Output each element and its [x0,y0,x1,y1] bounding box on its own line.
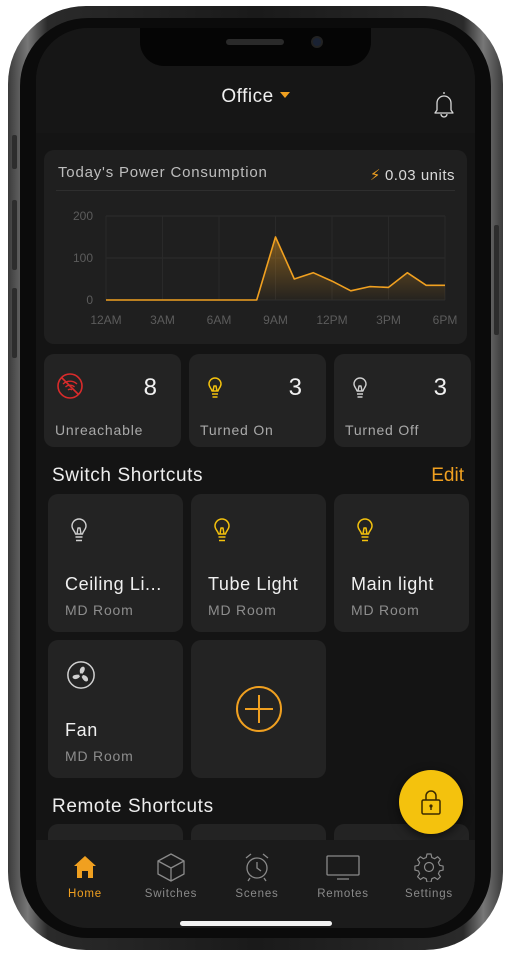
divider [56,190,455,191]
tab-home[interactable]: Home [41,850,129,900]
consumption-area [106,237,445,300]
stat-label: Turned On [200,422,274,438]
x-axis-ticks: 12AM 3AM 6AM 9AM 12PM 3PM 6PM [90,313,457,327]
y-axis-ticks: 0 100 200 [73,209,93,307]
shortcut-tile[interactable]: Fan MD Room [48,640,183,778]
app-screen: Office Today's Power Consumption ⚡ 0.03 u… [36,28,475,928]
plus-circle-icon [235,686,282,732]
lock-fab-button[interactable] [399,770,463,834]
volume-down-button [12,288,17,358]
remote-shortcuts-heading: Remote Shortcuts [52,796,214,817]
mute-switch [12,135,17,169]
y-tick-label: 200 [73,209,93,223]
bolt-icon: ⚡ [369,167,381,184]
tab-label: Home [68,888,102,900]
cube-icon [157,853,185,882]
stat-unreachable[interactable]: 8 Unreachable [44,354,181,447]
bulb-off-icon [71,518,87,542]
power-title: Today's Power Consumption [58,164,268,181]
stat-value: 3 [433,374,447,401]
location-label: Office [221,86,274,107]
stat-turned-off[interactable]: 3 Turned Off [334,354,471,447]
tv-icon [326,855,360,880]
bulb-off-icon [353,377,367,398]
front-camera [311,36,323,48]
power-value: ⚡ 0.03 units [370,166,455,184]
power-chart: 0 100 200 12AM 3AM 6AM 9AM 12PM 3PM 6PM [73,209,457,327]
x-tick-label: 9AM [263,313,288,327]
volume-up-button [12,200,17,270]
switch-shortcuts-heading: Switch Shortcuts [52,465,204,486]
shortcut-name: Fan [65,720,98,740]
shortcut-name: Main light [351,574,435,594]
tab-label: Switches [144,888,198,900]
home-indicator [180,921,332,926]
tab-settings[interactable]: Settings [385,850,473,900]
shortcut-tile[interactable]: Main light MD Room [334,494,469,632]
wifi-off-icon [57,373,83,399]
home-icon [74,856,96,878]
x-tick-label: 6PM [433,313,458,327]
speaker-grille [226,39,284,45]
y-tick-label: 100 [73,251,93,265]
power-value-text: 0.03 units [384,167,455,184]
alarm-clock-icon [245,853,269,882]
shortcut-room: MD Room [351,602,420,618]
lock-icon [421,790,441,815]
x-tick-label: 6AM [207,313,232,327]
x-tick-label: 3PM [376,313,401,327]
shortcut-tile[interactable]: Ceiling Li... MD Room [48,494,183,632]
x-tick-label: 3AM [150,313,175,327]
stat-turned-on[interactable]: 3 Turned On [189,354,326,447]
shortcut-tile[interactable]: Tube Light MD Room [191,494,326,632]
y-tick-label: 0 [86,293,93,307]
stat-value: 3 [288,374,302,401]
stat-label: Turned Off [345,422,420,438]
tab-label: Settings [405,888,453,900]
bulb-on-icon [214,518,230,542]
tab-remotes[interactable]: Remotes [299,850,387,900]
fan-icon [67,661,95,689]
location-selector[interactable]: Office [36,86,475,108]
bottom-tab-bar: Home Switches Scenes Remotes Settings [36,840,475,928]
caret-down-icon [279,91,290,98]
shortcut-name: Ceiling Li... [65,574,162,594]
device-notch [140,28,371,66]
x-tick-label: 12AM [90,313,121,327]
power-button [494,225,499,335]
shortcut-room: MD Room [65,602,134,618]
tab-scenes[interactable]: Scenes [213,850,301,900]
tab-switches[interactable]: Switches [127,850,215,900]
bulb-on-icon [208,377,222,398]
shortcut-name: Tube Light [208,574,299,594]
shortcut-room: MD Room [65,748,134,764]
power-consumption-card[interactable]: Today's Power Consumption ⚡ 0.03 units 0 1… [44,150,467,344]
edit-shortcuts-button[interactable]: Edit [431,465,464,487]
tab-label: Remotes [317,888,369,900]
bulb-on-icon [357,518,373,542]
stat-label: Unreachable [55,422,144,438]
x-tick-label: 12PM [316,313,347,327]
bell-icon[interactable] [432,90,456,118]
gear-icon [414,853,444,882]
tab-label: Scenes [235,888,279,900]
shortcut-room: MD Room [208,602,277,618]
add-shortcut-button[interactable] [191,640,326,778]
stat-value: 8 [143,374,157,401]
